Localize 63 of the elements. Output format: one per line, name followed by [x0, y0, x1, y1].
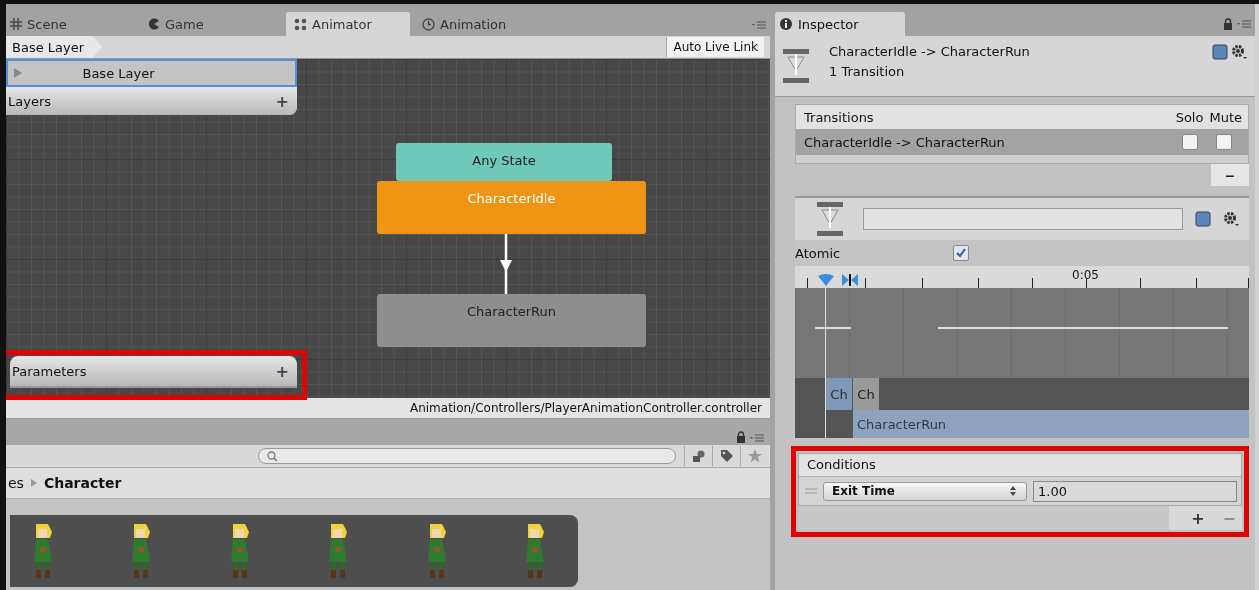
- state-node[interactable]: Any State: [396, 143, 612, 181]
- list-header: Transitions: [804, 109, 875, 125]
- inspector-title: CharacterIdle -> CharacterRun: [829, 44, 1031, 59]
- window-tab[interactable]: Game: [144, 12, 282, 36]
- help-icon[interactable]: [1195, 211, 1211, 227]
- gear-icon[interactable]: [1223, 211, 1239, 227]
- transition-arrow: [499, 234, 513, 294]
- layer-name: Base Layer: [81, 65, 156, 81]
- clip-bar[interactable]: CharacterRun: [853, 410, 1249, 438]
- breadcrumb-item[interactable]: Character: [43, 475, 122, 491]
- time-label: 0:05: [1072, 268, 1099, 282]
- transition-row[interactable]: CharacterIdle -> CharacterRun: [796, 129, 1248, 163]
- clock-icon: [422, 17, 435, 31]
- layers-title: Layers: [8, 93, 52, 109]
- transition-icon: [817, 202, 843, 236]
- info-icon: [780, 18, 792, 30]
- asset-path: Animation/Controllers/PlayerAnimationController.controller: [409, 401, 762, 415]
- pacman-icon: [148, 18, 160, 30]
- remove-button[interactable]: −: [1211, 164, 1249, 186]
- inspector-tab[interactable]: Inspector: [775, 12, 905, 36]
- chevron-icon: [30, 479, 37, 487]
- breadcrumb-item[interactable]: Base Layer: [6, 36, 103, 58]
- marker-icon[interactable]: [818, 274, 834, 286]
- window-tab[interactable]: Scene: [6, 12, 144, 36]
- dots-icon: [294, 17, 307, 31]
- add-button[interactable]: +: [275, 91, 289, 111]
- window-tab[interactable]: Animation: [418, 12, 556, 36]
- column-header: Mute: [1209, 109, 1242, 125]
- updown-icon: [1010, 486, 1016, 496]
- add-button[interactable]: +: [1191, 506, 1205, 530]
- add-button[interactable]: +: [275, 361, 289, 381]
- bowtie-icon[interactable]: [842, 274, 858, 286]
- atomic-label: Atomic: [795, 245, 842, 261]
- transition-count: 1 Transition: [829, 64, 906, 79]
- state-node[interactable]: CharacterRun: [377, 294, 646, 347]
- shapes-icon: [691, 449, 706, 463]
- solo-checkbox[interactable]: [1182, 134, 1198, 150]
- search-field[interactable]: [258, 448, 676, 464]
- breadcrumb-item[interactable]: es: [8, 475, 24, 491]
- lock-icon[interactable]: [1223, 18, 1233, 30]
- name-field[interactable]: [863, 208, 1183, 230]
- grid-icon: [10, 18, 22, 30]
- auto-live-link-button[interactable]: Auto Live Link: [666, 37, 764, 57]
- layer-item[interactable]: Base Layer: [6, 59, 297, 87]
- window-tab[interactable]: Animator: [286, 12, 410, 36]
- atomic-checkbox[interactable]: [953, 245, 969, 261]
- column-header: Solo: [1175, 109, 1204, 125]
- drag-handle-icon[interactable]: [805, 488, 817, 494]
- lock-icon[interactable]: [736, 431, 746, 443]
- parameters-title: Parameters: [12, 363, 87, 379]
- parameter-dropdown[interactable]: Exit Time: [823, 481, 1027, 501]
- play-icon: [14, 68, 22, 78]
- conditions-title: Conditions: [799, 454, 1241, 477]
- search-icon: [267, 450, 278, 462]
- tag-icon: [719, 449, 734, 463]
- clip-block[interactable]: Ch: [853, 378, 879, 410]
- mute-checkbox[interactable]: [1216, 134, 1232, 150]
- help-icon[interactable]: [1212, 44, 1228, 60]
- star-icon: [747, 449, 762, 463]
- gear-icon[interactable]: [1231, 44, 1247, 60]
- clip-block[interactable]: Ch: [826, 378, 852, 410]
- transition-icon: [783, 49, 809, 83]
- value-field[interactable]: 1.00: [1033, 480, 1237, 502]
